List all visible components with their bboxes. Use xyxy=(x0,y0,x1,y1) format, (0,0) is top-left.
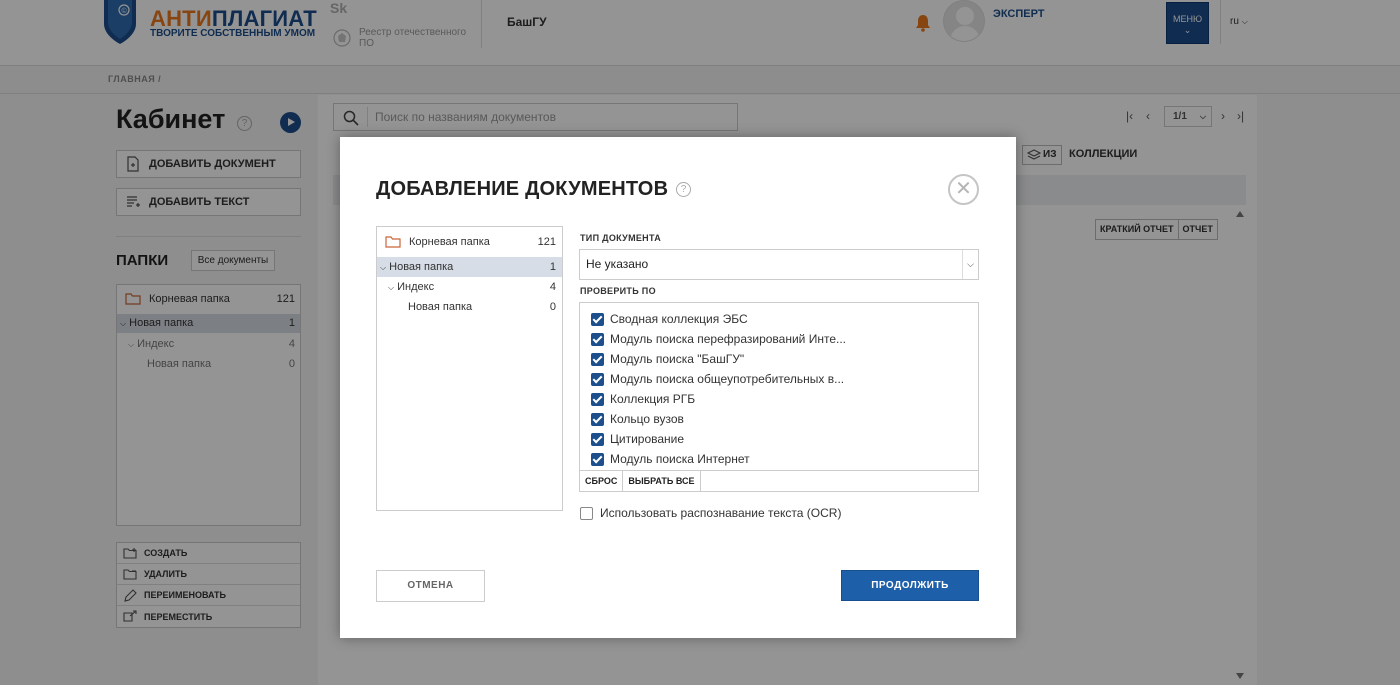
check-item[interactable]: Модуль поиска общеупотребительных в... xyxy=(591,372,844,386)
check-item[interactable]: Цитирование xyxy=(591,432,684,446)
check-item[interactable]: Модуль поиска перефразирований Инте... xyxy=(591,332,846,346)
ocr-checkbox[interactable] xyxy=(580,506,593,520)
close-icon[interactable]: ✕ xyxy=(948,174,979,205)
checkbox-checked-icon[interactable] xyxy=(591,452,604,466)
checkbox-checked-icon[interactable] xyxy=(591,392,604,406)
add-documents-dialog: ДОБАВЛЕНИЕ ДОКУМЕНТОВ ? ✕ Корневая папка… xyxy=(340,137,1016,638)
check-item[interactable]: Кольцо вузов xyxy=(591,412,684,426)
check-item[interactable]: Модуль поиска "БашГУ" xyxy=(591,352,744,366)
ocr-label: Использовать распознавание текста (OCR) xyxy=(600,506,842,520)
checkbox-checked-icon[interactable] xyxy=(591,412,604,426)
ocr-option[interactable]: Использовать распознавание текста (OCR) xyxy=(580,506,841,520)
tree-item-new-folder[interactable]: ⌵ Новая папка 1 xyxy=(377,257,562,277)
select-all-button[interactable]: ВЫБРАТЬ ВСЕ xyxy=(623,471,701,492)
chevron-down-icon: ⌵ xyxy=(388,283,395,292)
chevron-down-icon: ⌵ xyxy=(380,263,387,272)
cancel-button[interactable]: ОТМЕНА xyxy=(376,570,485,602)
checkbox-checked-icon[interactable] xyxy=(591,432,604,446)
checkbox-checked-icon[interactable] xyxy=(591,352,604,366)
folder-icon xyxy=(385,236,401,248)
tree-item-index[interactable]: ⌵ Индекс 4 xyxy=(377,278,562,296)
checkbox-checked-icon[interactable] xyxy=(591,332,604,346)
document-type-label: ТИП ДОКУМЕНТА xyxy=(580,233,661,243)
check-list-actions: СБРОС ВЫБРАТЬ ВСЕ xyxy=(580,470,978,492)
check-item[interactable]: Коллекция РГБ xyxy=(591,392,695,406)
tree-item-subfolder[interactable]: Новая папка 0 xyxy=(377,298,562,316)
check-item[interactable]: Сводная коллекция ЭБС xyxy=(591,312,748,326)
checkbox-checked-icon[interactable] xyxy=(591,312,604,326)
tree-item-root[interactable]: Корневая папка 121 xyxy=(377,233,562,251)
checkbox-checked-icon[interactable] xyxy=(591,372,604,386)
chevron-down-icon: ⌵ xyxy=(962,250,978,279)
check-modules-list: Сводная коллекция ЭБС Модуль поиска пере… xyxy=(579,302,979,492)
dialog-title: ДОБАВЛЕНИЕ ДОКУМЕНТОВ xyxy=(376,178,669,200)
check-by-label: ПРОВЕРИТЬ ПО xyxy=(580,286,656,296)
check-item[interactable]: Модуль поиска Интернет xyxy=(591,452,750,466)
help-icon[interactable]: ? xyxy=(676,182,691,197)
continue-button[interactable]: ПРОДОЛЖИТЬ xyxy=(841,570,979,601)
reset-button[interactable]: СБРОС xyxy=(580,471,624,492)
document-type-select[interactable]: Не указано ⌵ xyxy=(579,249,979,280)
target-folder-tree: Корневая папка 121 ⌵ Новая папка 1 ⌵ Инд… xyxy=(376,226,563,511)
